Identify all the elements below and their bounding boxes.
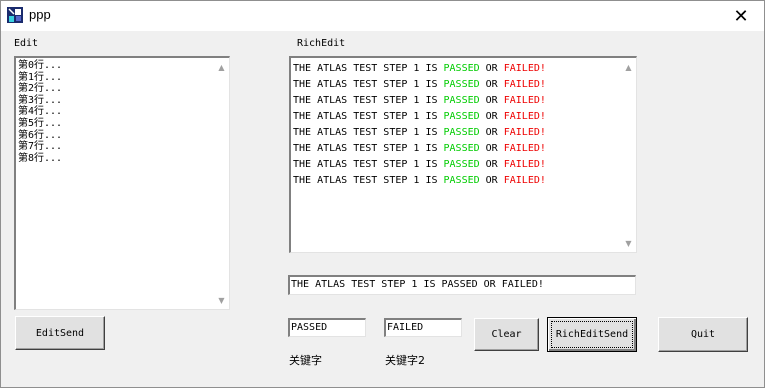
richedit-segment: FAILED!	[503, 159, 546, 170]
richedit-line: THE ATLAS TEST STEP 1 IS PASSED OR FAILE…	[293, 125, 546, 141]
richedit-segment: OR	[479, 79, 504, 90]
richedit-segment: THE ATLAS TEST STEP 1 IS	[293, 63, 444, 74]
edit-line: 第2行...	[18, 83, 63, 95]
richedit-segment: OR	[479, 111, 504, 122]
richedit-segment: THE ATLAS TEST STEP 1 IS	[293, 95, 444, 106]
richedit-segment: THE ATLAS TEST STEP 1 IS	[293, 79, 444, 90]
richedit-segment: PASSED	[443, 175, 480, 186]
quit-button[interactable]: Quit	[658, 317, 748, 352]
edit-scrollbar[interactable]: ▲ ▼	[214, 58, 229, 309]
richedit-segment: OR	[479, 127, 504, 138]
edit-textarea[interactable]: 第0行... 第1行... 第2行... 第3行... 第4行... 第5行... 第6行.…	[14, 56, 230, 310]
richedit-line: THE ATLAS TEST STEP 1 IS PASSED OR FAILE…	[293, 77, 546, 93]
richedit-segment: THE ATLAS TEST STEP 1 IS	[293, 175, 444, 186]
edit-line: 第4行...	[18, 106, 63, 118]
title-bar[interactable]: ppp ✕	[1, 1, 764, 31]
edit-line: 第3行...	[18, 94, 63, 106]
edit-line: 第5行...	[18, 117, 63, 129]
richedit-label: RichEdit	[297, 38, 346, 49]
richedit-segment: PASSED	[443, 127, 480, 138]
richedit-line: THE ATLAS TEST STEP 1 IS PASSED OR FAILE…	[293, 61, 546, 77]
richedit-segment: FAILED!	[503, 79, 546, 90]
keyword2-label: 关键字2	[385, 354, 425, 367]
passed-keyword-field[interactable]: PASSED	[288, 318, 366, 337]
edit-label: Edit	[14, 38, 39, 49]
richedit-segment: THE ATLAS TEST STEP 1 IS	[293, 127, 444, 138]
edit-line: 第0行...	[18, 60, 63, 71]
richedit-line: THE ATLAS TEST STEP 1 IS PASSED OR FAILE…	[293, 109, 546, 125]
close-icon[interactable]: ✕	[718, 1, 764, 31]
richedit-segment: PASSED	[443, 79, 480, 90]
richedit-box[interactable]: THE ATLAS TEST STEP 1 IS PASSED OR FAILE…	[289, 56, 637, 253]
richedit-segment: FAILED!	[503, 175, 546, 186]
clear-button[interactable]: Clear	[474, 318, 539, 351]
app-icon	[7, 7, 23, 23]
richedit-segment: FAILED!	[503, 143, 546, 154]
richedit-segment: PASSED	[443, 111, 480, 122]
richedit-lines: THE ATLAS TEST STEP 1 IS PASSED OR FAILE…	[293, 61, 546, 189]
richedit-segment: PASSED	[443, 143, 480, 154]
richedit-segment: PASSED	[443, 159, 480, 170]
edit-lines: 第0行... 第1行... 第2行... 第3行... 第4行... 第5行... 第6行.…	[18, 60, 62, 164]
focus-rect	[551, 321, 633, 348]
richedit-segment: PASSED	[443, 63, 480, 74]
scroll-up-arrow-icon[interactable]: ▲	[214, 60, 229, 74]
edit-line: 第7行...	[18, 141, 63, 153]
scroll-down-arrow-icon[interactable]: ▼	[214, 293, 229, 307]
keyword1-label: 关键字	[289, 354, 322, 367]
richedit-segment: OR	[479, 175, 504, 186]
richedit-segment: THE ATLAS TEST STEP 1 IS	[293, 111, 444, 122]
richedit-segment: FAILED!	[503, 127, 546, 138]
failed-keyword-field[interactable]: FAILED	[384, 318, 462, 337]
edit-line: 第8行...	[18, 152, 63, 164]
editsend-button-label: EditSend	[35, 327, 85, 339]
message-input[interactable]: THE ATLAS TEST STEP 1 IS PASSED OR FAILE…	[288, 275, 636, 295]
richedit-scrollbar[interactable]: ▲ ▼	[621, 58, 636, 252]
richedit-line: THE ATLAS TEST STEP 1 IS PASSED OR FAILE…	[293, 157, 546, 173]
richedit-segment: FAILED!	[503, 63, 546, 74]
main-window: ppp ✕ Edit RichEdit 第0行... 第1行... 第2行... 第3…	[0, 0, 765, 388]
richedit-line: THE ATLAS TEST STEP 1 IS PASSED OR FAILE…	[293, 141, 546, 157]
richedit-segment: FAILED!	[503, 111, 546, 122]
editsend-button[interactable]: EditSend	[15, 316, 105, 350]
scroll-up-arrow-icon[interactable]: ▲	[621, 60, 636, 74]
richedit-segment: PASSED	[443, 95, 480, 106]
edit-line: 第6行...	[18, 129, 63, 141]
scroll-down-arrow-icon[interactable]: ▼	[621, 236, 636, 250]
richedit-segment: OR	[479, 159, 504, 170]
clear-button-label: Clear	[491, 329, 522, 340]
richeditsend-button[interactable]: RichEditSend	[547, 317, 637, 352]
richedit-segment: THE ATLAS TEST STEP 1 IS	[293, 143, 444, 154]
richedit-line: THE ATLAS TEST STEP 1 IS PASSED OR FAILE…	[293, 173, 546, 189]
richedit-segment: OR	[479, 95, 504, 106]
richedit-segment: OR	[479, 143, 504, 154]
richedit-segment: THE ATLAS TEST STEP 1 IS	[293, 159, 444, 170]
richedit-segment: OR	[479, 63, 504, 74]
quit-button-label: Quit	[690, 329, 716, 340]
window-title: ppp	[29, 7, 51, 22]
edit-line: 第1行...	[18, 71, 63, 83]
richedit-segment: FAILED!	[503, 95, 546, 106]
richedit-line: THE ATLAS TEST STEP 1 IS PASSED OR FAILE…	[293, 93, 546, 109]
